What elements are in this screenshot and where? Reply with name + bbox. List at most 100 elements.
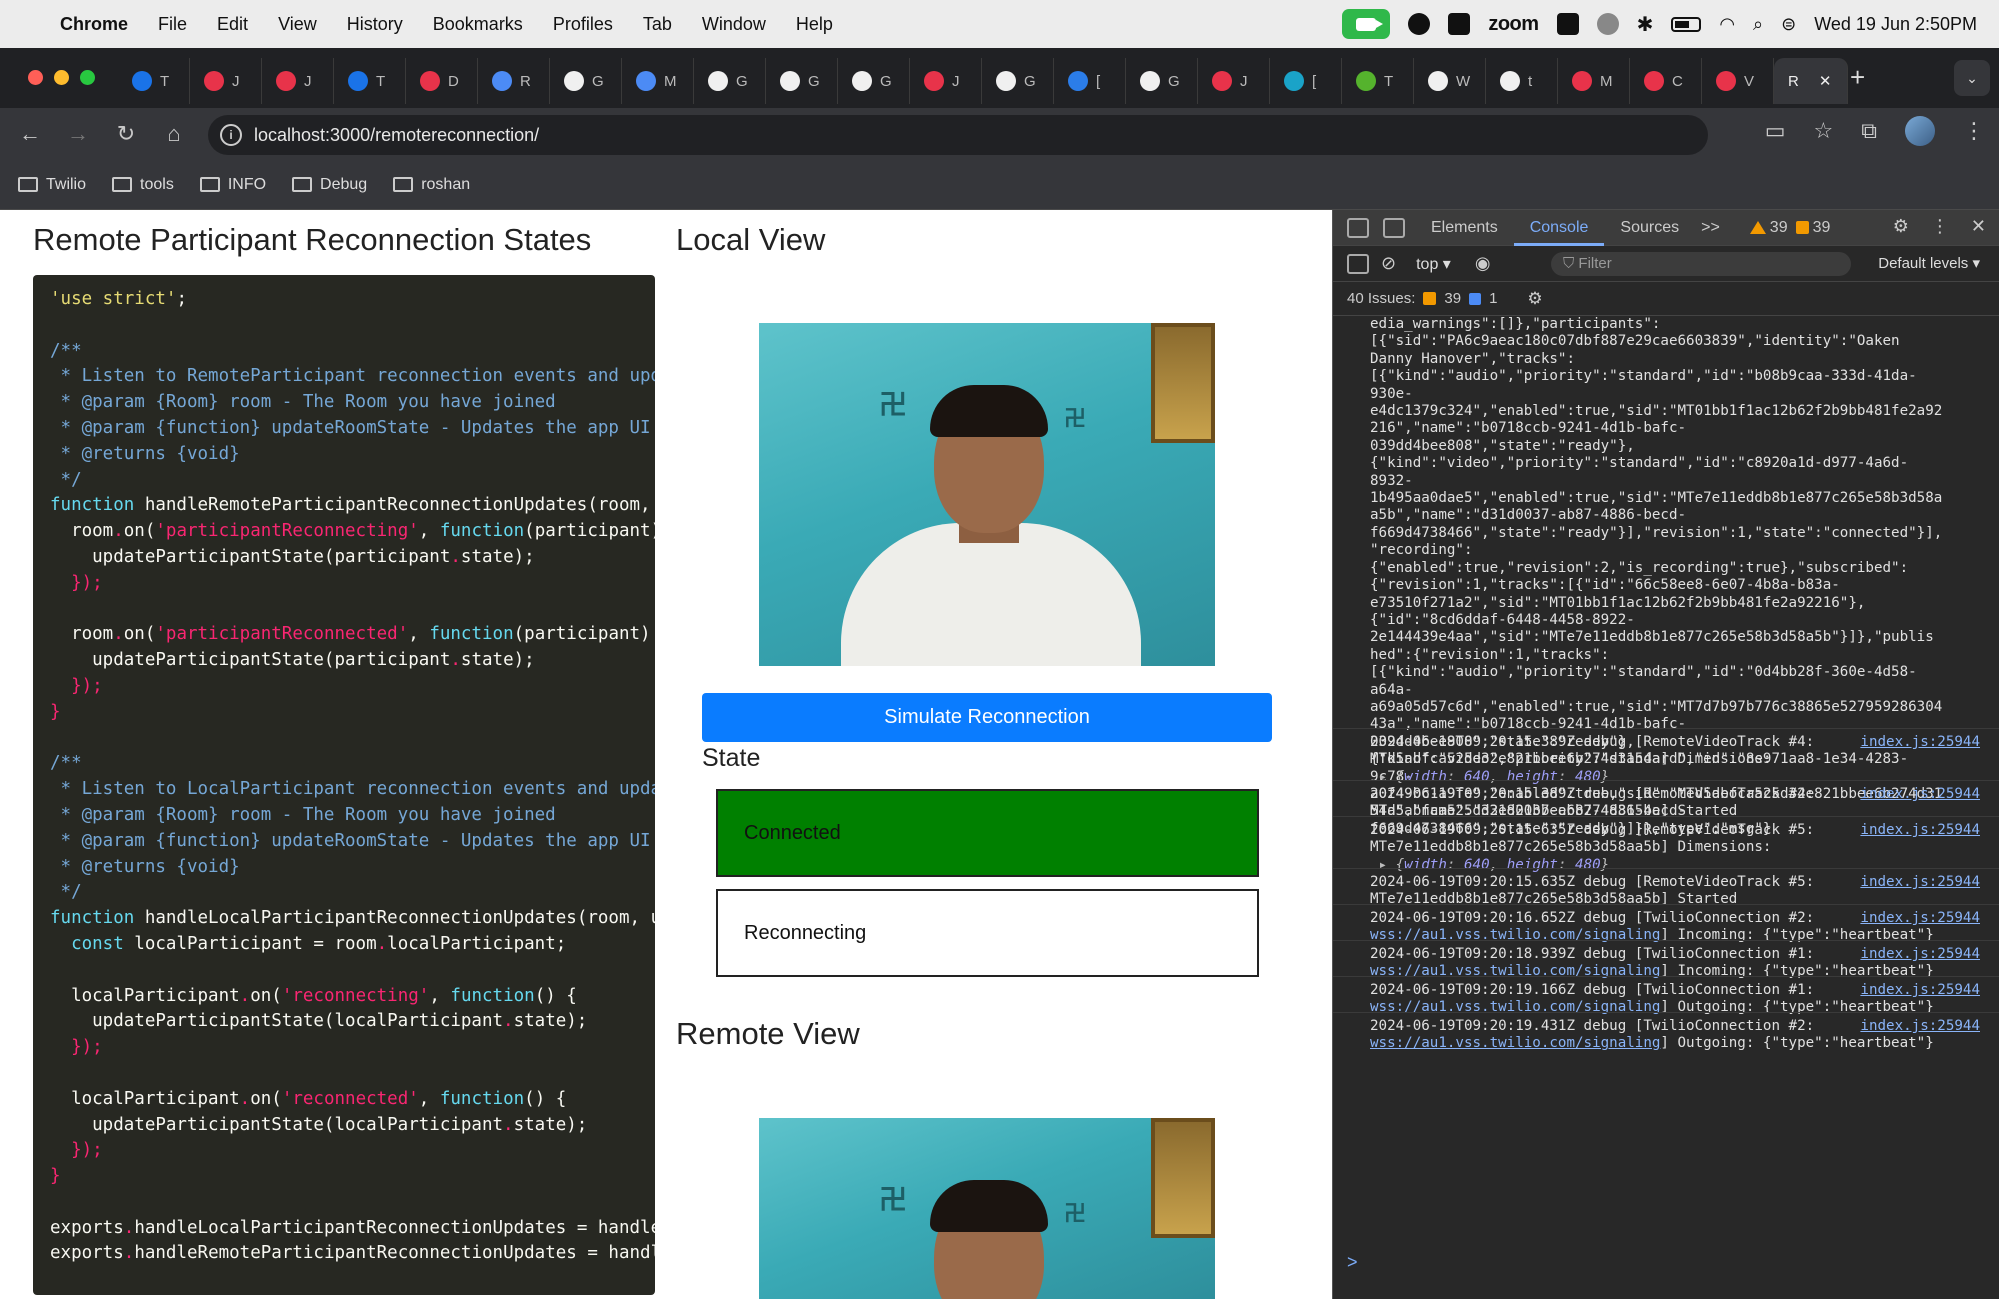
browser-tab[interactable]: C	[1630, 58, 1702, 104]
close-devtools-icon[interactable]: ✕	[1971, 216, 1986, 237]
chrome-menu-icon[interactable]: ⋮	[1963, 118, 1985, 144]
tab-elements[interactable]: Elements	[1415, 210, 1514, 246]
context-selector[interactable]: top ▾	[1416, 254, 1451, 274]
browser-tab[interactable]: G	[1126, 58, 1198, 104]
browser-tab[interactable]: J	[190, 58, 262, 104]
console-prompt[interactable]: >	[1347, 1252, 1358, 1273]
sidebar-toggle-icon[interactable]	[1347, 253, 1369, 274]
devtools-menu-icon[interactable]: ⋮	[1931, 216, 1949, 237]
signaling-url-link[interactable]: wss://au1.vss.twilio.com/signaling	[1370, 927, 1660, 943]
tab-search-button[interactable]: ⌄	[1954, 60, 1990, 96]
camera-indicator-icon[interactable]: ▭	[1765, 118, 1786, 144]
drive-icon[interactable]	[1556, 13, 1579, 35]
issue-counter[interactable]: 39	[1795, 219, 1830, 237]
browser-tab[interactable]: G	[694, 58, 766, 104]
address-bar[interactable]: i localhost:3000/remotereconnection/	[208, 115, 1708, 155]
zoom-icon[interactable]: zoom	[1488, 13, 1539, 36]
browser-tab[interactable]: T	[1342, 58, 1414, 104]
menu-view[interactable]: View	[278, 14, 317, 35]
extensions-icon[interactable]: ⧉	[1861, 118, 1877, 144]
butterfly-app-icon[interactable]	[1448, 13, 1471, 35]
browser-tab[interactable]: M	[1558, 58, 1630, 104]
reload-button[interactable]: ↻	[102, 121, 150, 147]
close-window-button[interactable]	[28, 70, 43, 85]
signaling-url-link[interactable]: wss://au1.vss.twilio.com/signaling	[1370, 963, 1660, 979]
console-source-link[interactable]: index.js:25944	[1860, 822, 1980, 839]
browser-tab[interactable]: t	[1486, 58, 1558, 104]
control-center-icon[interactable]: ⊜	[1781, 14, 1796, 35]
log-levels-dropdown[interactable]: Default levels ▾	[1878, 254, 1980, 272]
new-tab-button[interactable]: +	[1850, 62, 1865, 93]
console-source-link[interactable]: index.js:25944	[1860, 786, 1980, 803]
browser-tab[interactable]: D	[406, 58, 478, 104]
console-object-preview[interactable]: ▸ {width: 640, height: 480}	[1370, 769, 1990, 786]
menu-tab[interactable]: Tab	[643, 14, 672, 35]
browser-tab[interactable]: W	[1414, 58, 1486, 104]
bookmark-star-icon[interactable]: ☆	[1814, 118, 1834, 144]
browser-tab[interactable]: J	[1198, 58, 1270, 104]
home-button[interactable]: ⌂	[150, 121, 198, 147]
spotlight-search-icon[interactable]: ⌕	[1753, 14, 1763, 35]
browser-tab[interactable]: G	[766, 58, 838, 104]
live-expression-eye-icon[interactable]: ◉	[1475, 253, 1491, 274]
tab-sources[interactable]: Sources	[1604, 210, 1695, 246]
bookmark-twilio[interactable]: Twilio	[18, 176, 86, 194]
console-source-link[interactable]: index.js:25944	[1860, 982, 1980, 999]
back-button[interactable]: ←	[6, 121, 54, 147]
menu-window[interactable]: Window	[702, 14, 766, 35]
bluetooth-icon[interactable]: ✱	[1637, 12, 1654, 37]
tab-console[interactable]: Console	[1513, 210, 1605, 246]
active-browser-tab[interactable]: R ✕	[1774, 58, 1848, 104]
bookmark-info[interactable]: INFO	[199, 176, 266, 194]
wifi-icon[interactable]: ◠	[1719, 14, 1735, 35]
browser-tab[interactable]: T	[118, 58, 190, 104]
device-toolbar-icon[interactable]	[1383, 217, 1405, 238]
browser-tab[interactable]: G	[550, 58, 622, 104]
battery-icon[interactable]	[1671, 16, 1702, 32]
url-text[interactable]: localhost:3000/remotereconnection/	[254, 125, 539, 146]
profile-avatar[interactable]	[1905, 116, 1935, 146]
facetime-icon[interactable]	[1342, 9, 1391, 39]
minimize-window-button[interactable]	[54, 70, 69, 85]
more-tabs-button[interactable]: >>	[1695, 210, 1726, 246]
console-object-preview[interactable]: ▸ {width: 640, height: 480}	[1370, 857, 1990, 874]
browser-tab[interactable]: M	[622, 58, 694, 104]
inspect-element-icon[interactable]	[1347, 217, 1369, 238]
site-info-icon[interactable]: i	[220, 124, 242, 146]
settings-gear-icon[interactable]: ⚙	[1893, 216, 1909, 237]
menu-edit[interactable]: Edit	[217, 14, 248, 35]
issues-bar[interactable]: 40 Issues: 39 1 ⚙	[1333, 282, 1999, 316]
console-source-link[interactable]: index.js:25944	[1860, 946, 1980, 963]
browser-tab[interactable]: [	[1054, 58, 1126, 104]
simulate-reconnection-button[interactable]: Simulate Reconnection	[702, 693, 1272, 742]
forward-button[interactable]: →	[54, 121, 102, 147]
signaling-url-link[interactable]: wss://au1.vss.twilio.com/signaling	[1370, 999, 1660, 1015]
menu-bookmarks[interactable]: Bookmarks	[433, 14, 523, 35]
console-filter-input[interactable]: ⛉ Filter	[1551, 252, 1851, 276]
browser-tab[interactable]: R	[478, 58, 550, 104]
vpn-globe-icon[interactable]	[1596, 13, 1619, 35]
console-source-link[interactable]: index.js:25944	[1860, 874, 1980, 891]
menu-app-name[interactable]: Chrome	[60, 14, 128, 35]
browser-tab[interactable]: J	[262, 58, 334, 104]
menubar-datetime[interactable]: Wed 19 Jun 2:50PM	[1814, 14, 1977, 35]
menu-history[interactable]: History	[347, 14, 403, 35]
close-tab-icon[interactable]: ✕	[1819, 72, 1832, 90]
clear-console-icon[interactable]: ⊘	[1381, 253, 1396, 274]
bookmark-debug[interactable]: Debug	[292, 176, 367, 194]
issues-settings-gear-icon[interactable]: ⚙	[1527, 289, 1542, 309]
menu-file[interactable]: File	[158, 14, 187, 35]
browser-tab[interactable]: J	[910, 58, 982, 104]
console-source-link[interactable]: index.js:25944	[1860, 734, 1980, 751]
grammarly-icon[interactable]	[1408, 13, 1431, 35]
menu-profiles[interactable]: Profiles	[553, 14, 613, 35]
browser-tab[interactable]: G	[982, 58, 1054, 104]
browser-tab[interactable]: G	[838, 58, 910, 104]
browser-tab[interactable]: V	[1702, 58, 1774, 104]
menu-help[interactable]: Help	[796, 14, 833, 35]
maximize-window-button[interactable]	[80, 70, 95, 85]
console-source-link[interactable]: index.js:25944	[1860, 1018, 1980, 1035]
browser-tab[interactable]: T	[334, 58, 406, 104]
warning-counter[interactable]: 39	[1749, 219, 1788, 237]
console-source-link[interactable]: index.js:25944	[1860, 910, 1980, 927]
